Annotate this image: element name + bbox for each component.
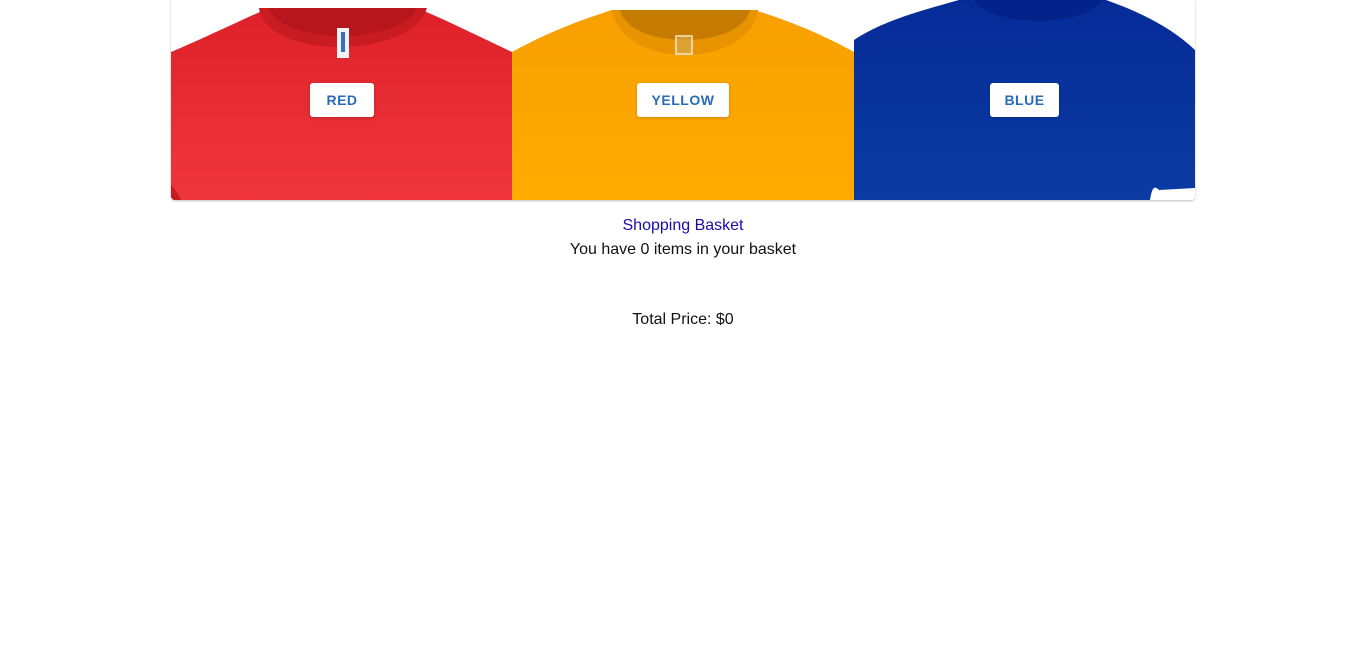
red-button[interactable]: RED bbox=[310, 83, 374, 117]
shopping-basket-section: Shopping Basket You have 0 items in your… bbox=[0, 216, 1366, 330]
shopping-basket-link[interactable]: Shopping Basket bbox=[623, 216, 744, 236]
product-gallery: RED YELLOW BLUE bbox=[171, 0, 1195, 200]
blue-button[interactable]: BLUE bbox=[990, 83, 1059, 117]
yellow-button[interactable]: YELLOW bbox=[637, 83, 729, 117]
basket-item-count: You have 0 items in your basket bbox=[569, 241, 797, 258]
basket-total-price: Total Price: $0 bbox=[632, 311, 734, 328]
product-card-blue: BLUE bbox=[854, 0, 1195, 200]
product-card-yellow: YELLOW bbox=[512, 0, 854, 200]
product-card-red: RED bbox=[171, 0, 512, 200]
